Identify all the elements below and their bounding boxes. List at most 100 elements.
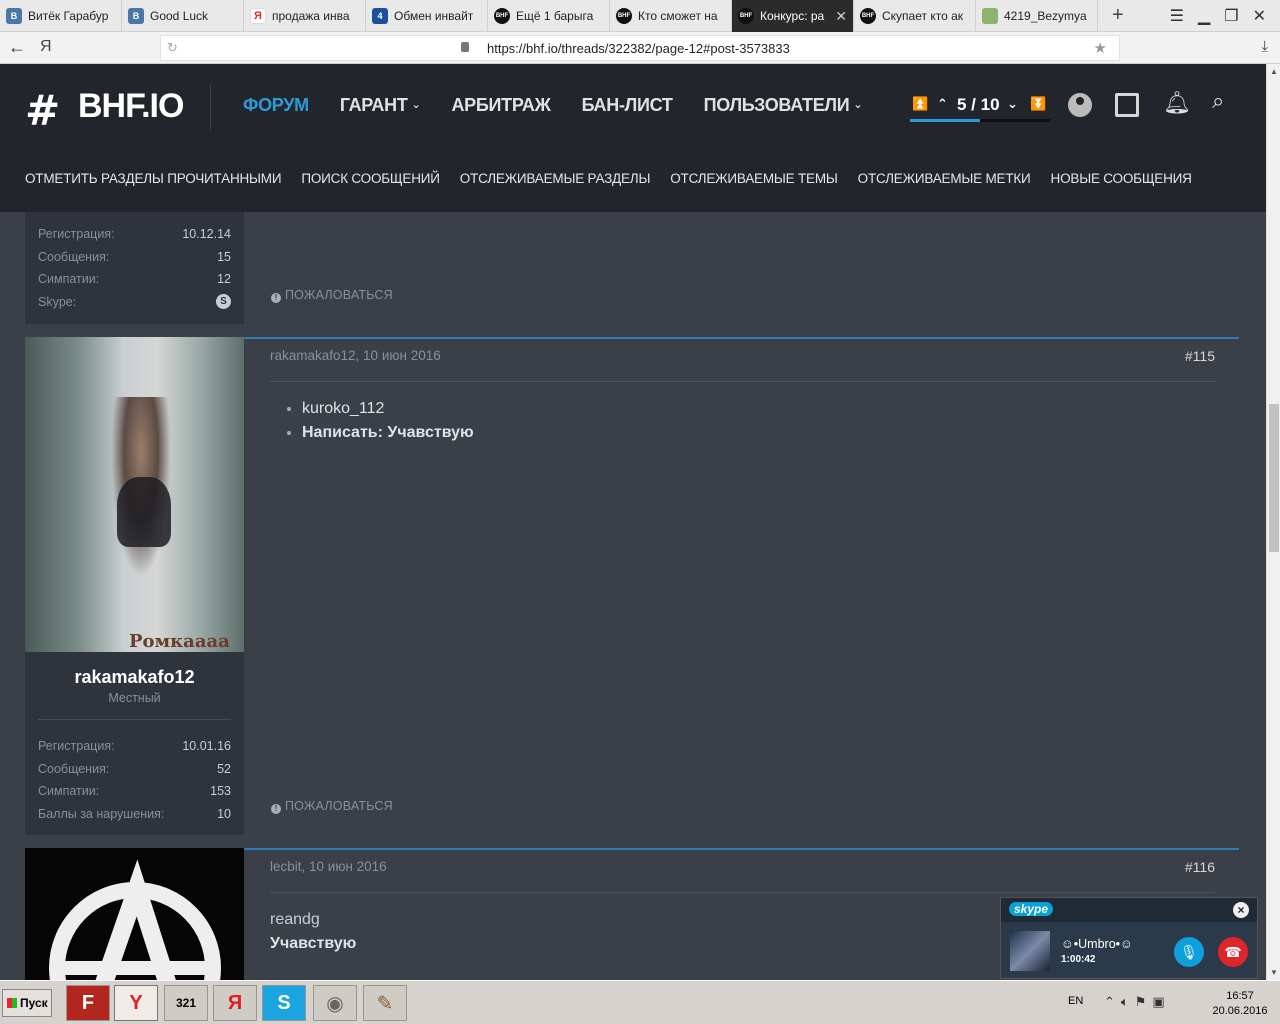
skype-call-popup: skype × ☺•Umbro•☺ 1:00:42 🎙︎ ☎︎: [1000, 897, 1258, 979]
nav-garant[interactable]: ГАРАНТ ⌄: [340, 95, 421, 116]
logo-separator: [210, 84, 211, 130]
bell-icon[interactable]: 🔔︎: [1163, 90, 1191, 115]
post-number[interactable]: #116: [1185, 859, 1215, 875]
subnav-mark-read[interactable]: ОТМЕТИТЬ РАЗДЕЛЫ ПРОЧИТАННЫМИ: [25, 171, 282, 186]
subnav-new-posts[interactable]: НОВЫЕ СООБЩЕНИЯ: [1051, 171, 1192, 186]
report-link[interactable]: ! ПОЖАЛОВАТЬСЯ: [271, 799, 393, 814]
user-avatar[interactable]: Ромкаааа: [25, 337, 244, 652]
post-meta[interactable]: lecbit, 10 июн 2016: [270, 859, 387, 874]
menu-icon[interactable]: ☰: [1170, 6, 1184, 26]
yandex-logo[interactable]: Я: [40, 38, 52, 56]
browser-tab-active[interactable]: BHF Конкурс: ра ✕: [732, 0, 854, 32]
paint-icon[interactable]: ✎: [363, 985, 407, 1021]
close-tab-icon[interactable]: ✕: [835, 8, 847, 25]
hang-up-icon[interactable]: ☎︎: [1218, 937, 1248, 967]
reload-icon[interactable]: ↻: [167, 40, 178, 56]
page-progress-track: [910, 119, 1050, 122]
post-number[interactable]: #115: [1185, 348, 1215, 364]
yandex-browser-icon[interactable]: Y: [114, 985, 158, 1021]
user-stats: Регистрация: 10.01.16 Сообщения: 52 Симпат…: [38, 735, 231, 825]
post-meta[interactable]: rakamakafo12, 10 июн 2016: [270, 348, 441, 363]
close-window-icon[interactable]: ✕: [1253, 6, 1266, 26]
new-tab-icon[interactable]: +: [1112, 4, 1124, 27]
chevron-down-icon: ⌄: [411, 99, 421, 111]
tray-icons[interactable]: ⌃🔈︎⚑▣: [1104, 994, 1171, 1010]
browser-tab[interactable]: 4 Обмен инвайт: [366, 0, 488, 32]
account-icon[interactable]: [1068, 93, 1092, 117]
stat-row: Сообщения: 15: [38, 249, 231, 264]
warning-icon: !: [271, 293, 281, 303]
skype-icon[interactable]: S: [216, 294, 231, 310]
chevron-down-icon: ⌄: [853, 99, 863, 111]
last-page-icon[interactable]: ⏬: [1030, 96, 1046, 112]
vk-icon: B: [128, 8, 144, 24]
image-icon: [982, 8, 998, 24]
restore-icon[interactable]: ❐: [1224, 6, 1238, 26]
bhf-icon: BHF: [616, 8, 632, 24]
skype-app-icon[interactable]: S: [262, 985, 306, 1021]
username[interactable]: rakamakafo12: [25, 667, 244, 688]
media-player-classic-icon[interactable]: 321: [164, 985, 208, 1021]
thread-page-navigator[interactable]: ⏫ ⌃ 5 / 10 ⌄ ⏬: [910, 92, 1050, 122]
scroll-down-icon[interactable]: ▼: [1270, 968, 1278, 977]
subnav-search-posts[interactable]: ПОИСК СООБЩЕНИЙ: [301, 171, 440, 186]
user-avatar[interactable]: [25, 848, 244, 980]
microphone-icon[interactable]: 🎙︎: [1174, 937, 1204, 967]
post-user-sidebar: Ромкаааа rakamakafo12 Местный Регистраци…: [25, 337, 244, 835]
subnav-watched-threads[interactable]: ОТСЛЕЖИВАЕМЫЕ ТЕМЫ: [670, 171, 838, 186]
nav-users[interactable]: ПОЛЬЗОВАТЕЛИ ⌄: [704, 95, 863, 116]
subnav-watched-tags[interactable]: ОТСЛЕЖИВАЕМЫЕ МЕТКИ: [858, 171, 1031, 186]
scroll-up-icon[interactable]: ▲: [1270, 67, 1278, 76]
browser-tab[interactable]: B Good Luck: [122, 0, 244, 32]
site-logo[interactable]: BHF.IO: [78, 87, 184, 126]
post-line: reandg: [270, 911, 320, 928]
minimize-icon[interactable]: ▁: [1198, 6, 1210, 26]
prev-page-icon[interactable]: ⌃: [937, 96, 948, 112]
clock[interactable]: 16:57 20.06.2016: [1210, 989, 1270, 1019]
stat-row: Симпатии: 12: [38, 272, 231, 287]
search-icon[interactable]: ⌕: [1212, 88, 1236, 113]
taskbar: Пуск F Y 321 Я S ◉ ✎ EN ⌃🔈︎⚑▣ 16:57 20.06…: [0, 980, 1280, 1024]
four-icon: 4: [372, 8, 388, 24]
next-page-icon[interactable]: ⌄: [1007, 96, 1018, 112]
page-scrollbar[interactable]: ▲ ▼: [1266, 64, 1280, 980]
url-text[interactable]: https://bhf.io/threads/322382/page-12#po…: [487, 41, 790, 56]
page-progress-fill: [910, 119, 980, 122]
browser-tab[interactable]: 4219_Bezymya: [976, 0, 1098, 32]
subnav-watched-forums[interactable]: ОТСЛЕЖИВАЕМЫЕ РАЗДЕЛЫ: [460, 171, 651, 186]
post-main: rakamakafo12, 10 июн 2016 #115 kuroko_11…: [244, 337, 1239, 835]
yandex-icon[interactable]: Я: [213, 985, 257, 1021]
report-link[interactable]: ! ПОЖАЛОВАТЬСЯ: [271, 288, 393, 303]
browser-tab[interactable]: BHF Скупает кто ак: [854, 0, 976, 32]
filezilla-icon[interactable]: F: [66, 985, 110, 1021]
nav-banlist[interactable]: БАН-ЛИСТ: [582, 95, 673, 116]
language-indicator[interactable]: EN: [1068, 995, 1083, 1007]
logo-hash-icon[interactable]: #: [25, 86, 60, 135]
nav-arbitrage[interactable]: АРБИТРАЖ: [451, 95, 550, 116]
first-page-icon[interactable]: ⏫: [912, 96, 928, 112]
browser-tab[interactable]: BHF Ещё 1 барыга: [488, 0, 610, 32]
browser-tab[interactable]: B Витёк Гарабур: [0, 0, 122, 32]
sub-nav: ОТМЕТИТЬ РАЗДЕЛЫ ПРОЧИТАННЫМИ ПОИСК СООБ…: [25, 171, 1192, 186]
bookmark-star-icon[interactable]: ★: [1094, 39, 1107, 57]
speaker-app-icon[interactable]: ◉: [313, 985, 357, 1021]
page-counter: 5 / 10: [957, 95, 1000, 114]
download-icon[interactable]: ⤓: [1261, 38, 1268, 55]
forum-post: Ромкаааа rakamakafo12 Местный Регистраци…: [25, 337, 1239, 835]
scroll-thumb[interactable]: [1269, 404, 1279, 552]
lock-icon: [461, 42, 469, 52]
nav-forum[interactable]: ФОРУМ: [243, 95, 309, 116]
browser-tab[interactable]: BHF Кто сможет на: [610, 0, 732, 32]
skype-header: skype ×: [1001, 898, 1257, 922]
browser-tab[interactable]: Япродажа инва: [244, 0, 366, 32]
back-arrow-icon[interactable]: ←: [8, 37, 26, 58]
start-button[interactable]: Пуск: [2, 989, 52, 1017]
inbox-icon[interactable]: [1115, 93, 1139, 117]
url-field[interactable]: ↻ https://bhf.io/threads/322382/page-12#…: [160, 35, 1120, 61]
bhf-icon: BHF: [494, 8, 510, 24]
bhf-icon: BHF: [860, 8, 876, 24]
close-icon[interactable]: ×: [1233, 902, 1249, 918]
windows-flag-icon: [7, 998, 17, 1008]
skype-logo: skype: [1009, 902, 1054, 916]
stat-row: Skype: S: [38, 291, 231, 314]
